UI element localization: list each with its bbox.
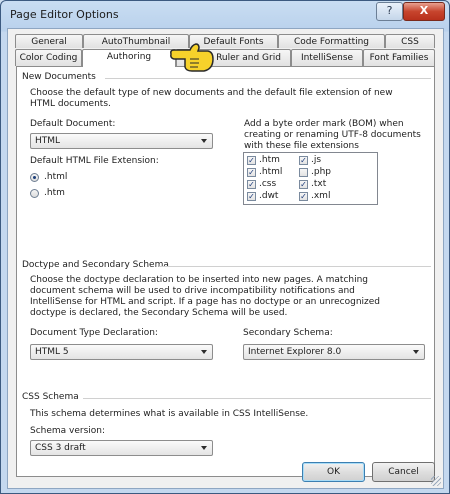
tab-intellisense[interactable]: IntelliSense bbox=[291, 49, 363, 66]
dialog-title: Page Editor Options bbox=[10, 8, 119, 21]
default-document-value: HTML bbox=[35, 136, 61, 146]
checkbox-js[interactable]: ✓ bbox=[299, 156, 308, 165]
checkbox-html[interactable]: ✓ bbox=[247, 168, 256, 177]
divider bbox=[159, 266, 431, 267]
checkbox-php[interactable] bbox=[299, 168, 308, 177]
extension-label: Default HTML File Extension: bbox=[30, 156, 159, 166]
new-documents-heading: New Documents bbox=[22, 72, 96, 82]
new-documents-description: Choose the default type of new documents… bbox=[30, 88, 393, 109]
secondary-schema-label: Secondary Schema: bbox=[243, 328, 333, 338]
schema-version-select[interactable]: CSS 3 draft bbox=[30, 440, 213, 456]
checkbox-js-label: .js bbox=[311, 155, 322, 165]
radio-html-label: .html bbox=[44, 172, 68, 182]
resize-grip-icon[interactable] bbox=[431, 476, 441, 486]
checkbox-dwt[interactable]: ✓ bbox=[247, 192, 256, 201]
divider bbox=[105, 78, 431, 79]
checkbox-htm-label: .htm bbox=[259, 155, 280, 165]
tab-general[interactable]: General bbox=[15, 34, 83, 48]
checkbox-htm[interactable]: ✓ bbox=[247, 156, 256, 165]
schema-version-value: CSS 3 draft bbox=[35, 443, 86, 453]
checkbox-txt-label: .txt bbox=[311, 179, 327, 189]
bom-label: Add a byte order mark (BOM) when creatin… bbox=[244, 119, 421, 151]
title-bar: Page Editor Options ? X bbox=[1, 1, 449, 27]
css-schema-description: This schema determines what is available… bbox=[30, 409, 309, 419]
ok-button[interactable]: OK bbox=[302, 462, 365, 482]
checkbox-dwt-label: .dwt bbox=[259, 191, 279, 201]
doctype-heading: Doctype and Secondary Schema bbox=[22, 260, 169, 270]
tab-font-families[interactable]: Font Families bbox=[363, 49, 435, 66]
cancel-button[interactable]: Cancel bbox=[372, 462, 435, 482]
tab-color-coding[interactable]: Color Coding bbox=[15, 49, 82, 66]
help-button[interactable]: ? bbox=[376, 2, 403, 21]
checkbox-html-label: .html bbox=[259, 167, 283, 177]
doctype-label: Document Type Declaration: bbox=[30, 328, 158, 338]
doctype-description: Choose the doctype declaration to be ins… bbox=[30, 275, 381, 318]
dialog-client-area: General AutoThumbnail Default Fonts Code… bbox=[7, 28, 444, 489]
chevron-down-icon bbox=[413, 350, 419, 354]
secondary-schema-select[interactable]: Internet Explorer 8.0 bbox=[243, 344, 425, 360]
divider bbox=[83, 398, 431, 399]
close-button[interactable]: X bbox=[403, 2, 445, 21]
checkbox-css-label: .css bbox=[259, 179, 277, 189]
tab-authoring[interactable]: Authoring bbox=[82, 49, 176, 67]
radio-html[interactable] bbox=[30, 173, 39, 182]
chevron-down-icon bbox=[201, 350, 207, 354]
checkbox-css[interactable]: ✓ bbox=[247, 180, 256, 189]
tab-css[interactable]: CSS bbox=[385, 34, 435, 48]
checkbox-xml-label: .xml bbox=[311, 191, 331, 201]
chevron-down-icon bbox=[201, 446, 207, 450]
radio-htm-label: .htm bbox=[44, 188, 65, 198]
checkbox-txt[interactable]: ✓ bbox=[299, 180, 308, 189]
bom-extensions-list: ✓ .htm ✓ .html ✓ .css ✓ .dwt ✓ .js .php … bbox=[243, 152, 378, 205]
tab-code-formatting[interactable]: Code Formatting bbox=[278, 34, 385, 48]
checkbox-xml[interactable]: ✓ bbox=[299, 192, 308, 201]
checkbox-php-label: .php bbox=[311, 167, 331, 177]
doctype-value: HTML 5 bbox=[35, 347, 69, 357]
authoring-panel: New Documents Choose the default type of… bbox=[16, 66, 435, 477]
schema-version-label: Schema version: bbox=[30, 426, 106, 436]
css-schema-heading: CSS Schema bbox=[22, 392, 79, 402]
chevron-down-icon bbox=[201, 139, 207, 143]
dialog-window: Page Editor Options ? X General AutoThum… bbox=[0, 0, 450, 494]
secondary-schema-value: Internet Explorer 8.0 bbox=[248, 347, 342, 357]
radio-htm[interactable] bbox=[30, 189, 39, 198]
default-document-label: Default Document: bbox=[30, 119, 116, 129]
doctype-select[interactable]: HTML 5 bbox=[30, 344, 213, 360]
pointing-hand-icon bbox=[170, 43, 214, 72]
default-document-select[interactable]: HTML bbox=[30, 133, 213, 149]
